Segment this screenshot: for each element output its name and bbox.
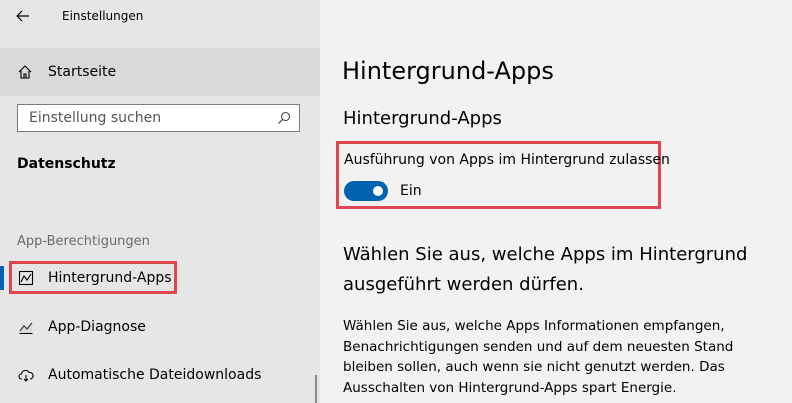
cloud-download-icon (18, 369, 34, 382)
toggle-knob (373, 186, 383, 196)
home-label: Startseite (48, 64, 117, 80)
group-header: App-Berechtigungen (17, 234, 150, 249)
toggle-state-label: Ein (400, 183, 422, 199)
active-indicator (0, 266, 4, 290)
section-title: Datenschutz (17, 156, 116, 172)
search-box[interactable] (17, 104, 300, 132)
sidebar-item-label: App-Diagnose (48, 319, 146, 335)
scrollbar[interactable] (315, 375, 317, 403)
search-input[interactable] (27, 109, 277, 127)
page-title: Hintergrund-Apps (342, 57, 554, 85)
section-heading: Wählen Sie aus, welche Apps im Hintergru… (343, 244, 748, 295)
sidebar-item-automatic-downloads[interactable]: Automatische Dateidownloads (0, 355, 320, 395)
app-diagnostics-icon (19, 322, 33, 335)
sidebar-item-app-diagnostics[interactable]: App-Diagnose (0, 307, 320, 347)
home-nav-item[interactable]: Startseite (0, 48, 320, 96)
main-content: Hintergrund-Apps Hintergrund-Apps Ausfüh… (320, 0, 792, 403)
back-arrow-icon (16, 10, 29, 22)
highlight-box (9, 261, 177, 294)
app-title: Einstellungen (62, 9, 144, 23)
title-bar: Einstellungen (0, 0, 320, 34)
home-icon (18, 65, 32, 79)
search-icon[interactable] (277, 111, 291, 125)
subheading: Hintergrund-Apps (343, 108, 502, 129)
settings-window: Einstellungen Startseite Datenschutz App… (0, 0, 792, 403)
toggle-label: Ausführung von Apps im Hintergrund zulas… (344, 152, 670, 168)
sidebar-item-label: Automatische Dateidownloads (48, 367, 262, 383)
background-apps-toggle[interactable] (344, 181, 388, 201)
sidebar: Einstellungen Startseite Datenschutz App… (0, 0, 320, 403)
back-button[interactable] (10, 4, 36, 28)
description-text: Wählen Sie aus, welche Apps Informatione… (343, 318, 734, 396)
